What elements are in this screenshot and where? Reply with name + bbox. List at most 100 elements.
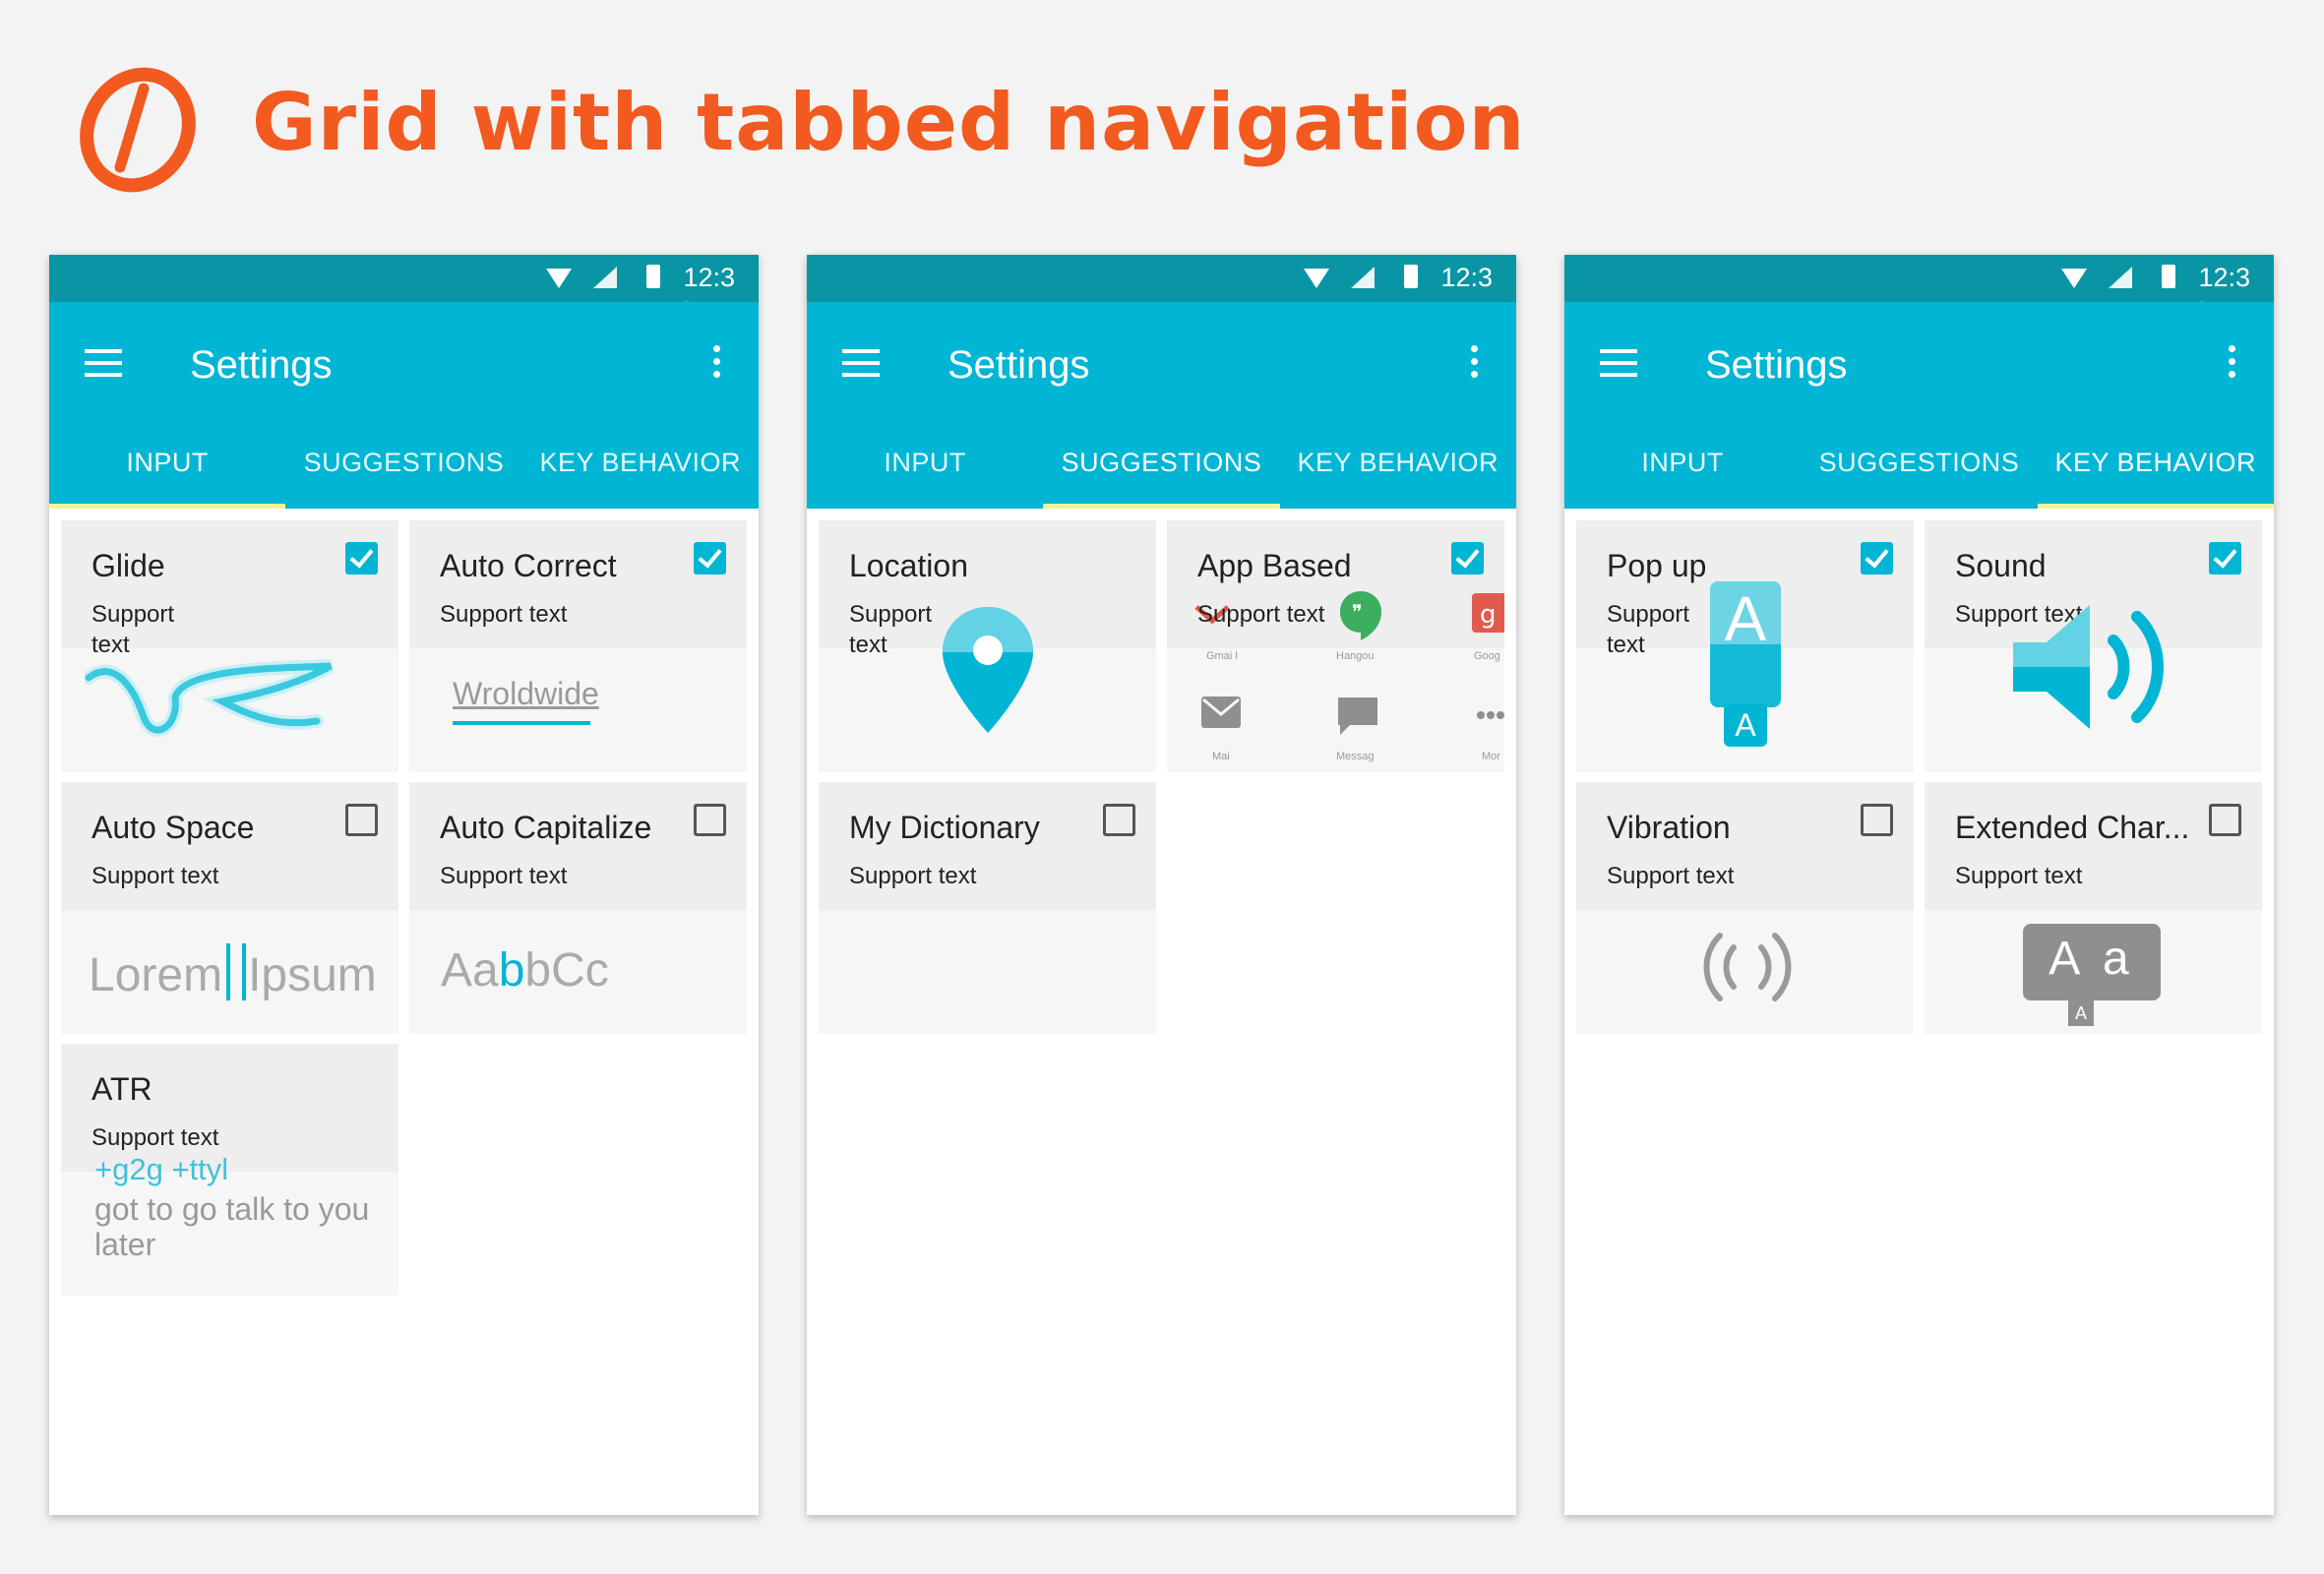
status-time: 12:3 bbox=[683, 263, 735, 292]
app-label: Hangou bbox=[1336, 650, 1375, 662]
auto-capitalize-checkbox[interactable] bbox=[694, 804, 726, 836]
svg-text:g: g bbox=[1480, 600, 1497, 630]
card-extended-characters[interactable]: Extended Char... Support text A a A bbox=[1925, 782, 2262, 1034]
hangouts-icon: ❞ bbox=[1340, 591, 1381, 640]
tab-label: INPUT bbox=[1641, 448, 1724, 477]
card-pop-up[interactable]: Pop up Support text A A bbox=[1576, 520, 1914, 772]
my-dictionary-checkbox[interactable] bbox=[1103, 804, 1135, 836]
tab-input[interactable]: INPUT bbox=[1564, 430, 1801, 509]
status-bar: 12:3 0 bbox=[1564, 255, 2274, 324]
tab-label: INPUT bbox=[884, 448, 966, 477]
card-auto-capitalize[interactable]: Auto Capitalize Support text AabbCc bbox=[409, 782, 747, 1034]
sound-checkbox[interactable] bbox=[2209, 542, 2241, 575]
phone-input-tab: 12:3 0 Settings INPUT SUGGESTIONS KEY BE… bbox=[49, 255, 759, 1515]
card-auto-space[interactable]: Auto Space Support text Lorem Ipsum bbox=[61, 782, 398, 1034]
card-support-text: Support text bbox=[1607, 601, 1690, 658]
battery-icon bbox=[646, 265, 660, 288]
tab-key-behavior[interactable]: KEY BEHAVIOR bbox=[2037, 430, 2274, 509]
battery-icon bbox=[1404, 265, 1418, 288]
card-my-dictionary[interactable]: My Dictionary Support text bbox=[819, 782, 1156, 1034]
card-support-text: Support text bbox=[92, 1124, 219, 1151]
tab-key-behavior[interactable]: KEY BEHAVIOR bbox=[522, 430, 759, 509]
tab-input[interactable]: INPUT bbox=[807, 430, 1043, 509]
tab-label: KEY BEHAVIOR bbox=[539, 448, 742, 477]
card-title: Vibration bbox=[1607, 810, 1731, 845]
sample-b: b bbox=[498, 944, 525, 997]
card-title: Location bbox=[849, 548, 968, 583]
glide-checkbox[interactable] bbox=[345, 542, 378, 575]
settings-grid: Pop up Support text A A Sound Support te… bbox=[1564, 509, 2274, 1515]
phone-suggestions-tab: 12:3 Settings INPUT SUGGESTIONS KEY BEHA… bbox=[807, 255, 1516, 1515]
more-vert-icon[interactable] bbox=[711, 345, 721, 381]
signal-icon bbox=[1351, 267, 1375, 288]
tab-input[interactable]: INPUT bbox=[49, 430, 286, 509]
mail-icon bbox=[1201, 696, 1241, 728]
app-label: Mor bbox=[1482, 751, 1500, 762]
app-title: Settings bbox=[1705, 343, 1848, 387]
app-bar: Settings INPUT SUGGESTIONS KEY BEHAVIOR bbox=[49, 302, 759, 509]
card-support-text: Support text bbox=[1955, 863, 2083, 889]
card-app-based[interactable]: Gmai l ❞ Hangou g Goog App Based Support… bbox=[1167, 520, 1504, 772]
page-title: Grid with tabbed navigation bbox=[252, 77, 1526, 168]
app-title: Settings bbox=[948, 343, 1090, 387]
sample-a: Aa bbox=[441, 944, 499, 997]
card-sound[interactable]: Sound Support text bbox=[1925, 520, 2262, 772]
more-vert-icon[interactable] bbox=[1469, 345, 1479, 381]
menu-icon[interactable] bbox=[85, 349, 122, 377]
autospace-sample: Lorem Ipsum bbox=[89, 943, 377, 1002]
app-label: Gmai l bbox=[1206, 650, 1238, 662]
more-vert-icon[interactable] bbox=[2227, 345, 2236, 381]
atr-tags: +g2g +ttyl bbox=[94, 1152, 229, 1186]
card-support-text: Support text bbox=[440, 601, 568, 628]
extended-characters-checkbox[interactable] bbox=[2209, 804, 2241, 836]
wifi-icon bbox=[2061, 269, 2087, 288]
tab-bar: INPUT SUGGESTIONS KEY BEHAVIOR bbox=[1564, 430, 2274, 509]
auto-correct-checkbox[interactable] bbox=[694, 542, 726, 575]
tab-suggestions[interactable]: SUGGESTIONS bbox=[1801, 430, 2037, 509]
menu-icon[interactable] bbox=[842, 349, 880, 377]
speaker-icon bbox=[2013, 605, 2164, 729]
app-title: Settings bbox=[190, 343, 333, 387]
sample-c: bCc bbox=[524, 944, 609, 997]
glide-trail-icon bbox=[85, 659, 335, 737]
wifi-icon bbox=[546, 269, 572, 288]
pop-up-checkbox[interactable] bbox=[1861, 542, 1893, 575]
google-plus-icon: g bbox=[1472, 593, 1504, 633]
card-title: Extended Char... bbox=[1955, 810, 2190, 845]
autocorrect-underline bbox=[453, 721, 590, 725]
auto-space-checkbox[interactable] bbox=[345, 804, 378, 836]
card-support-text: Support text bbox=[92, 863, 219, 889]
card-title: My Dictionary bbox=[849, 810, 1040, 845]
cursor-bar bbox=[242, 943, 247, 1000]
app-label: Messag bbox=[1336, 751, 1375, 762]
status-time: 12:3 bbox=[1440, 263, 1493, 292]
popup-key-preview: A bbox=[1710, 581, 1781, 707]
extended-char-key: A bbox=[2068, 1000, 2094, 1026]
app-based-checkbox[interactable] bbox=[1451, 542, 1484, 575]
status-bar: 12:3 0 bbox=[49, 255, 759, 324]
card-auto-correct[interactable]: Auto Correct Support text Wroldwide bbox=[409, 520, 747, 772]
vibration-checkbox[interactable] bbox=[1861, 804, 1893, 836]
card-title: Auto Space bbox=[92, 810, 255, 845]
card-vibration[interactable]: Vibration Support text bbox=[1576, 782, 1914, 1034]
tab-key-behavior[interactable]: KEY BEHAVIOR bbox=[1280, 430, 1516, 509]
tab-suggestions[interactable]: SUGGESTIONS bbox=[1043, 430, 1280, 509]
extended-char-popup: A a bbox=[2023, 924, 2161, 1000]
menu-icon[interactable] bbox=[1600, 349, 1637, 377]
tab-label: SUGGESTIONS bbox=[303, 448, 505, 477]
card-atr[interactable]: ATR Support text +g2g +ttyl got to go ta… bbox=[61, 1044, 398, 1296]
cursor-bar bbox=[226, 943, 231, 1000]
status-time: 12:3 bbox=[2198, 263, 2250, 292]
messages-icon bbox=[1338, 697, 1377, 735]
atr-sample: got to go talk to you later bbox=[94, 1191, 370, 1262]
card-title: ATR bbox=[92, 1071, 153, 1107]
card-glide[interactable]: Glide Support text bbox=[61, 520, 398, 772]
card-location[interactable]: Location Support text bbox=[819, 520, 1156, 772]
popup-key-large: A bbox=[1724, 583, 1767, 654]
tab-bar: INPUT SUGGESTIONS KEY BEHAVIOR bbox=[49, 430, 759, 509]
card-title: Sound bbox=[1955, 548, 2047, 583]
tab-suggestions[interactable]: SUGGESTIONS bbox=[285, 430, 521, 509]
tab-label: SUGGESTIONS bbox=[1061, 448, 1262, 477]
card-support-text: Support text bbox=[1607, 863, 1735, 889]
card-title: Pop up bbox=[1607, 548, 1707, 583]
